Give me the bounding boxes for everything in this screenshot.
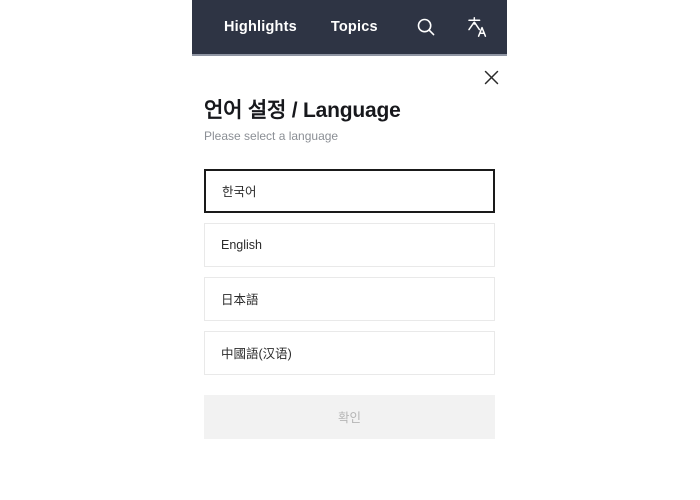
modal-footer: 확인: [204, 394, 495, 439]
language-option-list: 한국어 English 日本語 中國語(汉语): [204, 168, 495, 375]
page-title: 언어 설정 / Language: [204, 99, 401, 122]
language-modal: 언어 설정 / Language Please select a languag…: [192, 56, 507, 439]
language-option-label: 日本語: [221, 293, 259, 308]
nav-link-topics[interactable]: Topics: [331, 19, 378, 35]
modal-subtitle: Please select a language: [204, 129, 339, 144]
language-option-label: 한국어: [222, 185, 257, 200]
search-icon[interactable]: [416, 17, 436, 37]
language-option-chinese[interactable]: 中國語(汉语): [204, 330, 495, 375]
language-option-label: 中國語(汉语): [221, 347, 292, 362]
translate-icon[interactable]: [466, 16, 488, 38]
language-option-label: English: [221, 237, 262, 252]
language-option-english[interactable]: English: [204, 222, 495, 267]
top-navbar: Highlights Topics: [192, 0, 507, 56]
modal-header: [192, 56, 507, 98]
app-root: Highlights Topics 언어 설정 / Language Pleas…: [0, 0, 700, 500]
language-option-japanese[interactable]: 日本語: [204, 276, 495, 321]
close-icon[interactable]: [478, 64, 504, 90]
modal-body: 언어 설정 / Language Please select a languag…: [192, 98, 507, 439]
nav-link-highlights[interactable]: Highlights: [224, 19, 297, 35]
confirm-button[interactable]: 확인: [204, 394, 495, 439]
language-option-korean[interactable]: 한국어: [204, 168, 495, 213]
